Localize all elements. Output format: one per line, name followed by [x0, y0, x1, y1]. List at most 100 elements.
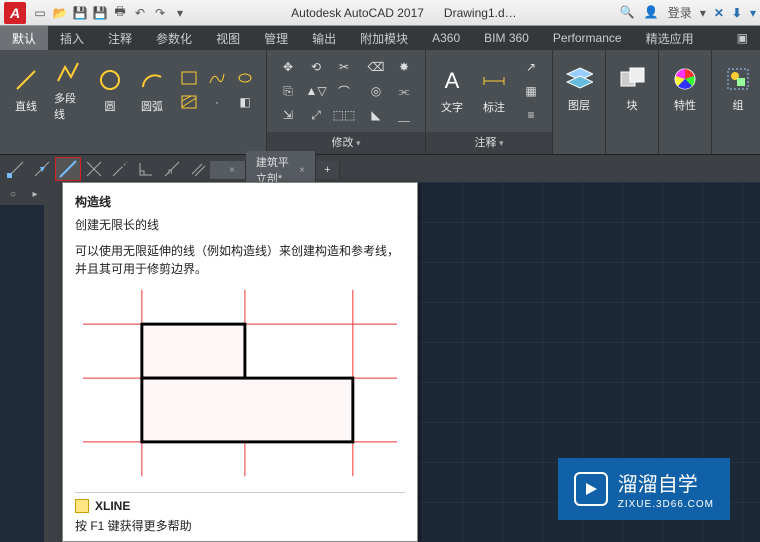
arc-icon: [138, 66, 166, 94]
tab-featured[interactable]: 精选应用: [634, 26, 706, 50]
block-button[interactable]: 块: [614, 63, 650, 115]
copy-icon[interactable]: ⎘: [275, 80, 301, 102]
line-button[interactable]: 直线: [8, 64, 44, 116]
snap-expand-icon[interactable]: ▸: [26, 186, 44, 202]
tooltip-heading: 构造线: [75, 193, 405, 210]
xline-button[interactable]: [56, 158, 80, 180]
layers-button[interactable]: 图层: [561, 63, 597, 115]
close-icon[interactable]: ×: [299, 165, 305, 176]
tab-bim360[interactable]: BIM 360: [472, 26, 541, 50]
dimension-button[interactable]: 标注: [476, 65, 512, 117]
tab-parametric[interactable]: 参数化: [144, 26, 204, 50]
tab-insert[interactable]: 插入: [48, 26, 96, 50]
open-icon[interactable]: 📂: [52, 5, 68, 21]
offset-icon[interactable]: ◎: [363, 80, 389, 102]
svg-text:n: n: [168, 167, 172, 176]
mirror-icon[interactable]: ▲▽: [303, 80, 329, 102]
help-icon[interactable]: ⬇: [732, 6, 742, 20]
snap-intersection-icon[interactable]: [82, 158, 106, 180]
hatch-icon[interactable]: [176, 91, 202, 113]
doctab-new[interactable]: +: [316, 161, 340, 179]
new-icon[interactable]: ▭: [32, 5, 48, 21]
doctab-blank[interactable]: ×: [210, 161, 246, 179]
snap-perpendicular-icon[interactable]: [134, 158, 158, 180]
panel-group: 组: [712, 50, 760, 154]
tab-view[interactable]: 视图: [204, 26, 252, 50]
region-icon[interactable]: ◧: [232, 91, 258, 113]
properties-button[interactable]: 特性: [667, 63, 703, 115]
tab-annotate[interactable]: 注释: [96, 26, 144, 50]
tab-manage[interactable]: 管理: [252, 26, 300, 50]
properties-label: 特性: [674, 97, 696, 113]
scale-icon[interactable]: ⤢: [303, 104, 329, 126]
title-text: Autodesk AutoCAD 2017 Drawing1.d…: [188, 6, 620, 20]
panel-annotate-title[interactable]: 注释: [426, 132, 552, 154]
spline-icon[interactable]: [204, 67, 230, 89]
snap-toolbar: n: [0, 155, 760, 183]
panel-properties: 特性: [659, 50, 712, 154]
fillet-icon[interactable]: ⌒: [331, 80, 357, 102]
saveas-icon[interactable]: 💾: [92, 5, 108, 21]
help-drop-icon[interactable]: ▾: [750, 6, 756, 20]
snap-nearest-icon[interactable]: n: [160, 158, 184, 180]
arc-button[interactable]: 圆弧: [134, 64, 170, 116]
tooltip-f1: 按 F1 键获得更多帮助: [75, 517, 405, 535]
mtext-icon[interactable]: ≡: [518, 104, 544, 126]
move-icon[interactable]: ✥: [275, 56, 301, 78]
rect-icon[interactable]: [176, 67, 202, 89]
panel-layers: 图层: [553, 50, 606, 154]
tab-output[interactable]: 输出: [300, 26, 348, 50]
tab-a360[interactable]: A360: [420, 26, 472, 50]
table-icon[interactable]: ▦: [518, 80, 544, 102]
explode-icon[interactable]: ✸: [391, 56, 417, 78]
text-icon: A: [438, 67, 466, 95]
join-icon[interactable]: ⫘: [391, 80, 417, 102]
search-icon[interactable]: 🔍: [620, 5, 636, 21]
snap-center-icon[interactable]: ○: [4, 186, 22, 202]
text-button[interactable]: A 文字: [434, 65, 470, 117]
group-button[interactable]: 组: [720, 63, 756, 115]
redo-icon[interactable]: ↷: [152, 5, 168, 21]
leader-icon[interactable]: ↗: [518, 56, 544, 78]
login-drop-icon[interactable]: ▾: [700, 6, 706, 20]
tab-addins[interactable]: 附加模块: [348, 26, 420, 50]
play-icon: [574, 472, 608, 506]
plot-icon[interactable]: 🖶: [112, 5, 128, 21]
tab-default[interactable]: 默认: [0, 26, 48, 50]
tab-expand-icon[interactable]: ▣: [725, 26, 760, 50]
array-icon[interactable]: ⬚⬚: [331, 104, 357, 126]
qat-drop-icon[interactable]: ▾: [172, 5, 188, 21]
panel-block: 块: [606, 50, 659, 154]
title-bar: A ▭ 📂 💾 💾 🖶 ↶ ↷ ▾ Autodesk AutoCAD 2017 …: [0, 0, 760, 26]
line-icon: [12, 66, 40, 94]
quick-access-toolbar: ▭ 📂 💾 💾 🖶 ↶ ↷ ▾: [32, 5, 188, 21]
block-icon: [618, 65, 646, 93]
ellipse-icon[interactable]: [232, 67, 258, 89]
polyline-button[interactable]: 多段线: [50, 56, 86, 124]
break-icon[interactable]: ⸏: [391, 104, 417, 126]
tooltip-xline: 构造线 创建无限长的线 可以使用无限延伸的线（例如构造线）来创建构造和参考线，并…: [62, 182, 418, 542]
tooltip-diagram: [83, 288, 397, 478]
snap-extension-icon[interactable]: [108, 158, 132, 180]
snap-parallel-icon[interactable]: [186, 158, 210, 180]
save-icon[interactable]: 💾: [72, 5, 88, 21]
close-icon[interactable]: ×: [229, 165, 235, 176]
color-wheel-icon: [671, 65, 699, 93]
stretch-icon[interactable]: ⇲: [275, 104, 301, 126]
trim-icon[interactable]: ✂: [331, 56, 357, 78]
circle-button[interactable]: 圆: [92, 64, 128, 116]
layers-icon: [565, 65, 593, 93]
snap-endpoint-icon[interactable]: [4, 158, 28, 180]
app-name: Autodesk AutoCAD 2017: [291, 6, 424, 20]
rotate-icon[interactable]: ⟲: [303, 56, 329, 78]
erase-icon[interactable]: ⌫: [363, 56, 389, 78]
undo-icon[interactable]: ↶: [132, 5, 148, 21]
point-icon[interactable]: ·: [204, 91, 230, 113]
snap-midpoint-icon[interactable]: [30, 158, 54, 180]
tab-performance[interactable]: Performance: [541, 26, 634, 50]
user-icon[interactable]: 👤: [644, 5, 660, 21]
exchange-icon[interactable]: ✕: [714, 6, 724, 20]
chamfer-icon[interactable]: ◣: [363, 104, 389, 126]
login-label[interactable]: 登录: [668, 4, 692, 21]
tooltip-cmd-text: XLINE: [95, 499, 130, 513]
